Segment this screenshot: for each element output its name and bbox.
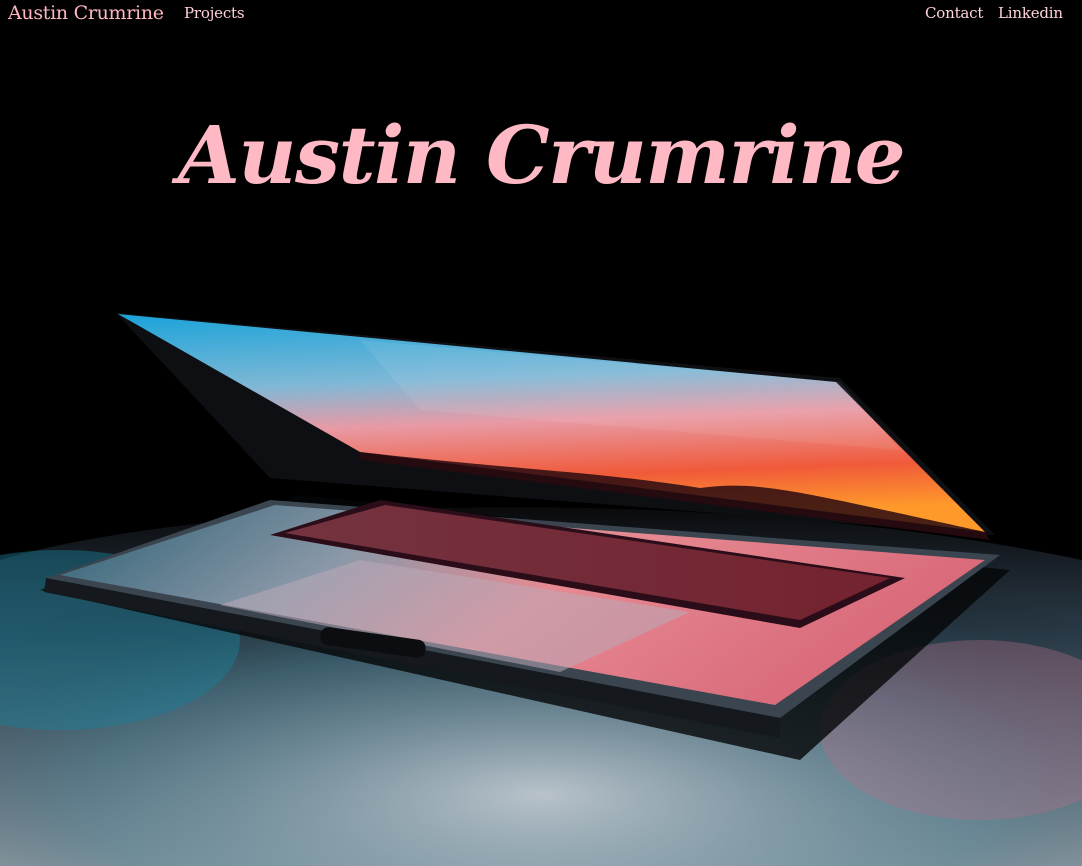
hero-title: Austin Crumrine: [177, 108, 906, 202]
navbar: Austin Crumrine Projects Contact Linkedi…: [0, 0, 1082, 30]
nav-link-linkedin[interactable]: Linkedin: [998, 4, 1063, 22]
brand-link[interactable]: Austin Crumrine: [8, 2, 164, 24]
nav-link-contact[interactable]: Contact: [925, 4, 983, 22]
nav-link-projects[interactable]: Projects: [184, 4, 245, 22]
